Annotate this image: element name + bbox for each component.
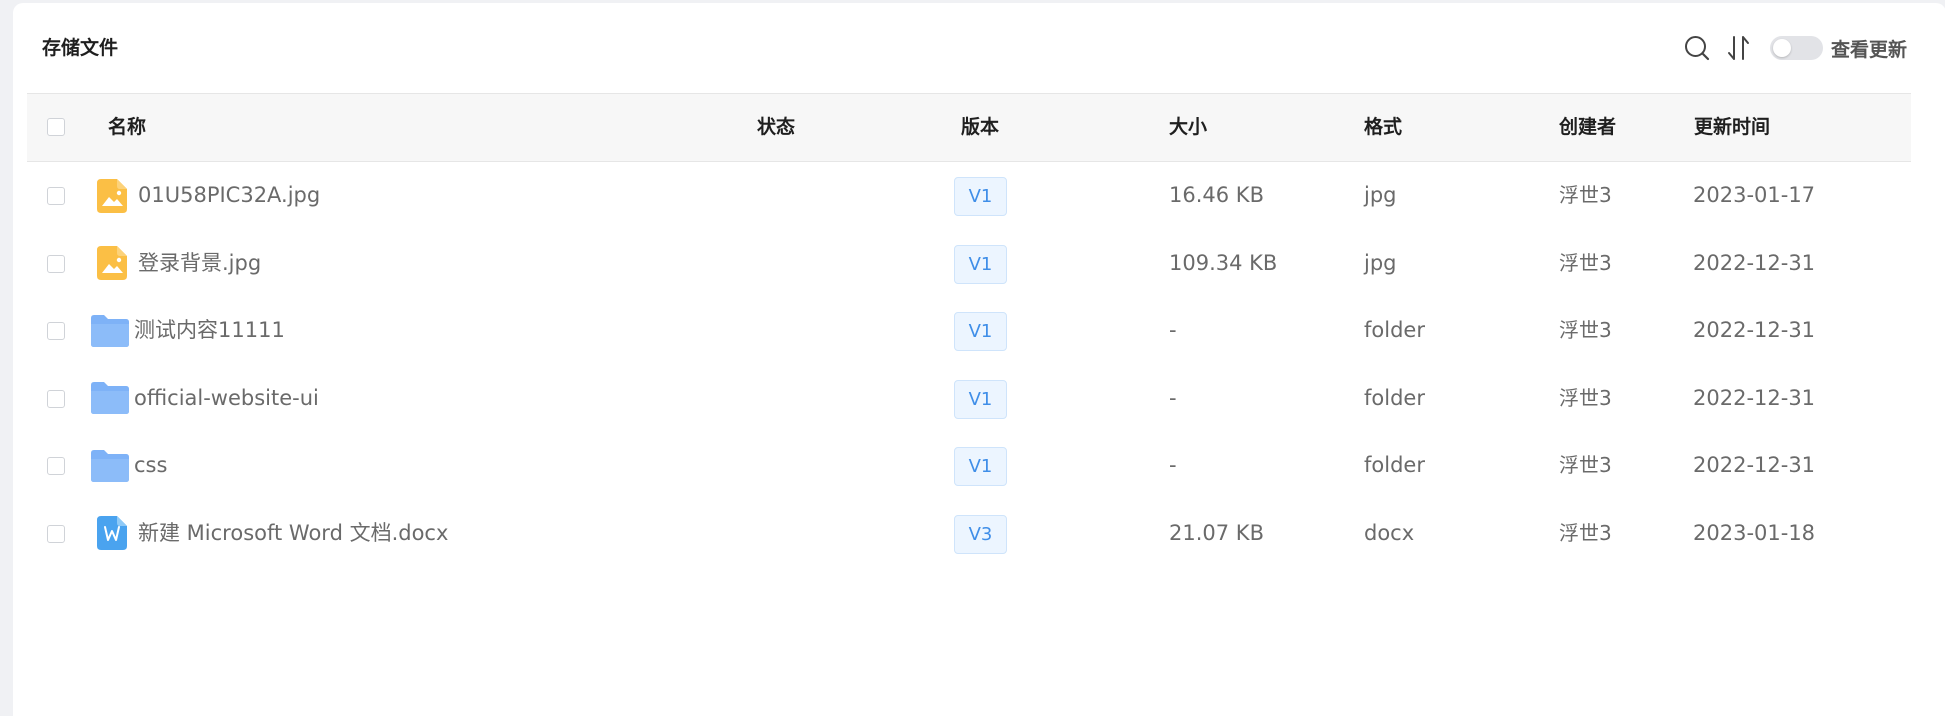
table-row[interactable]: css V1 - folder 浮世3 2022-12-31 bbox=[27, 432, 1911, 500]
format-cell: folder bbox=[1364, 385, 1425, 410]
updated-cell: 2022-12-31 bbox=[1693, 385, 1816, 410]
column-header-status[interactable]: 状态 bbox=[757, 94, 795, 161]
updated-cell: 2023-01-18 bbox=[1693, 520, 1816, 545]
name-cell[interactable]: 新建 Microsoft Word 文档.docx bbox=[94, 500, 448, 567]
file-name[interactable]: 新建 Microsoft Word 文档.docx bbox=[138, 500, 448, 567]
creator-cell: 浮世3 bbox=[1559, 318, 1612, 342]
storage-panel: 存储文件 查看更新 名称 状态 版本 大小 格式 创建者 更新时间 01U58P… bbox=[13, 3, 1945, 716]
file-name[interactable]: 登录背景.jpg bbox=[138, 230, 261, 297]
image-file-icon bbox=[94, 178, 130, 214]
row-checkbox[interactable] bbox=[47, 457, 65, 475]
size-cell: 109.34 KB bbox=[1169, 250, 1278, 275]
file-name[interactable]: 测试内容11111 bbox=[134, 297, 285, 364]
creator-cell: 浮世3 bbox=[1559, 250, 1612, 275]
search-icon[interactable] bbox=[1682, 33, 1712, 63]
view-updates-label: 查看更新 bbox=[1830, 38, 1907, 61]
column-header-name[interactable]: 名称 bbox=[108, 94, 146, 161]
size-cell: - bbox=[1169, 318, 1177, 342]
creator-cell: 浮世3 bbox=[1559, 453, 1612, 477]
format-cell: docx bbox=[1364, 520, 1415, 545]
format-cell: folder bbox=[1364, 318, 1425, 342]
row-checkbox[interactable] bbox=[47, 187, 65, 205]
folder-icon bbox=[90, 448, 130, 484]
version-tag: V1 bbox=[954, 244, 1007, 284]
table-row[interactable]: 01U58PIC32A.jpg V1 16.46 KB jpg 浮世3 2023… bbox=[27, 162, 1911, 230]
name-cell[interactable]: 01U58PIC32A.jpg bbox=[94, 162, 320, 229]
table-row[interactable]: 测试内容11111 V1 - folder 浮世3 2022-12-31 bbox=[27, 297, 1911, 365]
toggle-knob bbox=[1772, 39, 1791, 57]
select-all-checkbox[interactable] bbox=[47, 118, 65, 136]
page-title: 存储文件 bbox=[42, 37, 119, 59]
version-tag: V3 bbox=[954, 514, 1007, 554]
column-header-size[interactable]: 大小 bbox=[1169, 94, 1207, 161]
updated-cell: 2023-01-17 bbox=[1693, 183, 1816, 207]
folder-icon bbox=[90, 313, 130, 349]
toolbar: 查看更新 bbox=[1682, 31, 1907, 65]
row-checkbox[interactable] bbox=[47, 322, 65, 340]
table-row[interactable]: 登录背景.jpg V1 109.34 KB jpg 浮世3 2022-12-31 bbox=[27, 230, 1911, 298]
row-checkbox[interactable] bbox=[47, 254, 65, 273]
view-updates-toggle[interactable] bbox=[1769, 36, 1823, 60]
column-header-format[interactable]: 格式 bbox=[1364, 94, 1402, 161]
size-cell: 21.07 KB bbox=[1169, 520, 1264, 545]
table-row[interactable]: official-website-ui V1 - folder 浮世3 2022… bbox=[27, 365, 1911, 433]
file-name[interactable]: css bbox=[134, 432, 167, 499]
word-file-icon bbox=[94, 515, 130, 551]
file-name[interactable]: 01U58PIC32A.jpg bbox=[138, 162, 320, 229]
panel-header: 存储文件 查看更新 bbox=[13, 3, 1945, 93]
folder-icon bbox=[90, 380, 130, 416]
creator-cell: 浮世3 bbox=[1559, 183, 1612, 207]
updated-cell: 2022-12-31 bbox=[1693, 250, 1816, 275]
updated-cell: 2022-12-31 bbox=[1693, 453, 1816, 477]
table-body: 01U58PIC32A.jpg V1 16.46 KB jpg 浮世3 2023… bbox=[27, 162, 1911, 567]
version-tag: V1 bbox=[954, 379, 1007, 419]
version-tag: V1 bbox=[954, 312, 1007, 351]
format-cell: folder bbox=[1364, 453, 1425, 477]
row-checkbox[interactable] bbox=[47, 524, 65, 543]
format-cell: jpg bbox=[1364, 183, 1397, 207]
image-file-icon bbox=[94, 245, 130, 281]
column-header-updated[interactable]: 更新时间 bbox=[1694, 94, 1770, 161]
name-cell[interactable]: css bbox=[91, 432, 167, 499]
version-tag: V1 bbox=[954, 177, 1007, 216]
creator-cell: 浮世3 bbox=[1559, 385, 1612, 410]
creator-cell: 浮世3 bbox=[1559, 520, 1612, 545]
column-header-version[interactable]: 版本 bbox=[961, 94, 999, 161]
format-cell: jpg bbox=[1364, 250, 1397, 275]
file-table: 名称 状态 版本 大小 格式 创建者 更新时间 01U58PIC32A.jpg … bbox=[27, 93, 1911, 567]
name-cell[interactable]: 测试内容11111 bbox=[91, 297, 285, 364]
table-header: 名称 状态 版本 大小 格式 创建者 更新时间 bbox=[27, 93, 1911, 162]
size-cell: - bbox=[1169, 453, 1177, 477]
version-tag: V1 bbox=[954, 447, 1007, 486]
updated-cell: 2022-12-31 bbox=[1693, 318, 1816, 342]
sort-icon[interactable] bbox=[1724, 33, 1754, 63]
name-cell[interactable]: 登录背景.jpg bbox=[94, 230, 261, 297]
column-header-creator[interactable]: 创建者 bbox=[1559, 94, 1616, 161]
size-cell: - bbox=[1169, 385, 1177, 410]
row-checkbox[interactable] bbox=[47, 389, 65, 408]
table-row[interactable]: 新建 Microsoft Word 文档.docx V3 21.07 KB do… bbox=[27, 500, 1911, 568]
size-cell: 16.46 KB bbox=[1169, 183, 1264, 207]
file-name[interactable]: official-website-ui bbox=[134, 365, 319, 432]
name-cell[interactable]: official-website-ui bbox=[91, 365, 319, 432]
